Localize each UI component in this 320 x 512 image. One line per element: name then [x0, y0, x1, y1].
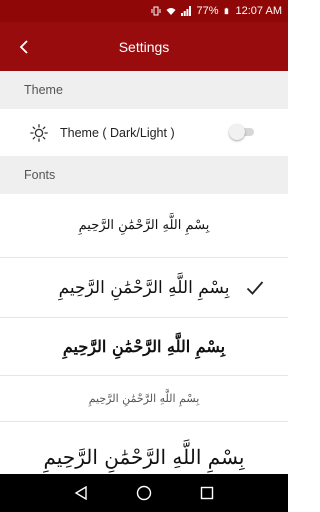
font-option-5[interactable]: بِسْمِ اللَّهِ الرَّحْمَٰنِ الرَّحِيمِ: [0, 422, 288, 474]
nav-recents-button[interactable]: [197, 483, 217, 503]
font-sample: بِسْمِ اللَّهِ الرَّحْمَٰنِ الرَّحِيمِ: [88, 392, 200, 405]
battery-icon: [224, 7, 228, 15]
font-option-4[interactable]: بِسْمِ اللَّهِ الرَّحْمَٰنِ الرَّحِيمِ: [0, 376, 288, 422]
section-header-theme: Theme: [0, 71, 288, 109]
battery-percent: 77%: [196, 5, 219, 17]
switch-thumb: [229, 124, 245, 140]
circle-home-icon: [136, 485, 152, 501]
font-sample: بِسْمِ اللَّهِ الرَّحْمَٰنِ الرَّحِيمِ: [78, 218, 210, 233]
nav-back-button[interactable]: [71, 483, 91, 503]
back-button[interactable]: [0, 22, 50, 71]
theme-toggle-label: Theme ( Dark/Light ): [60, 125, 175, 140]
font-option-2[interactable]: بِسْمِ اللَّهِ الرَّحْمَٰنِ الرَّحِيمِ: [0, 258, 288, 318]
font-sample: بِسْمِ اللَّهِ الرَّحْمَٰنِ الرَّحِيمِ: [43, 444, 245, 469]
font-sample: بِسْمِ اللَّهِ الرَّحْمَٰنِ الرَّحِيمِ: [62, 337, 226, 356]
font-option-3[interactable]: بِسْمِ اللَّهِ الرَّحْمَٰنِ الرَّحِيمِ: [0, 318, 288, 376]
status-bar: 77% 12:07 AM: [0, 0, 288, 22]
signal-icon: [181, 6, 192, 16]
font-option-1[interactable]: بِسْمِ اللَّهِ الرَّحْمَٰنِ الرَّحِيمِ: [0, 194, 288, 258]
navigation-bar: [0, 474, 288, 512]
nav-home-button[interactable]: [134, 483, 154, 503]
square-recents-icon: [200, 486, 213, 500]
checkmark-icon: [246, 280, 264, 295]
wifi-icon: [166, 8, 176, 15]
app-bar: Settings: [0, 22, 288, 71]
vibrate-icon: [151, 6, 161, 16]
theme-switch[interactable]: [229, 124, 256, 140]
sun-icon: [30, 123, 48, 142]
settings-list[interactable]: Theme Theme ( Dark/Light ) Fonts بِسْمِ …: [0, 71, 288, 474]
font-sample: بِسْمِ اللَّهِ الرَّحْمَٰنِ الرَّحِيمِ: [58, 277, 230, 298]
section-header-fonts: Fonts: [0, 156, 288, 194]
clock: 12:07 AM: [235, 5, 282, 17]
theme-toggle-row[interactable]: Theme ( Dark/Light ): [0, 109, 288, 156]
triangle-back-icon: [74, 486, 88, 500]
back-arrow-icon: [19, 39, 28, 54]
